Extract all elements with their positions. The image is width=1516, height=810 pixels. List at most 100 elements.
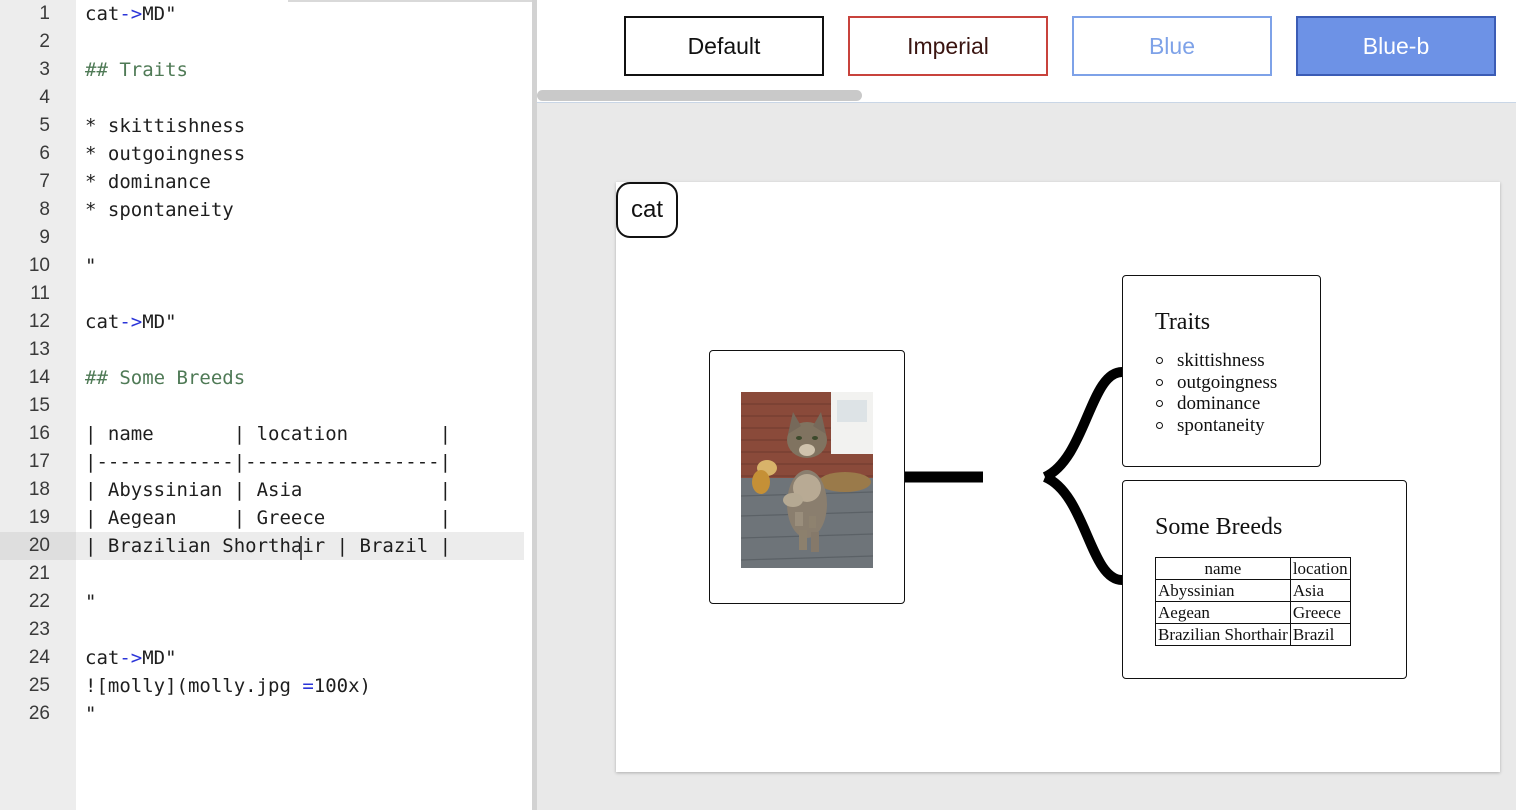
breed-name-cell: Brazilian Shorthair — [1155, 623, 1291, 646]
theme-default-button[interactable]: Default — [624, 16, 824, 76]
code-line[interactable]: 14 ## Some Breeds — [0, 364, 532, 392]
code-line[interactable]: 17 |------------|-----------------| — [0, 448, 532, 476]
theme-blue-b-button[interactable]: Blue-b — [1296, 16, 1496, 76]
line-number: 26 — [28, 703, 50, 724]
line-text[interactable]: " — [85, 252, 96, 280]
text-token: ![molly](molly.jpg — [85, 675, 303, 697]
line-number: 17 — [28, 451, 50, 472]
code-line[interactable]: 11 — [0, 280, 532, 308]
line-text[interactable]: | name | location | — [85, 420, 451, 448]
line-text[interactable]: * dominance — [85, 168, 211, 196]
trait-label: skittishness — [1177, 350, 1265, 371]
line-text[interactable]: | Brazilian Shorthair | Brazil | — [85, 532, 451, 560]
line-text[interactable]: | Abyssinian | Asia | — [85, 476, 451, 504]
list-item: dominance — [1156, 393, 1277, 415]
code-line[interactable]: 5 * skittishness — [0, 112, 532, 140]
line-text[interactable]: * skittishness — [85, 112, 245, 140]
code-line[interactable]: 9 — [0, 224, 532, 252]
line-text[interactable]: cat->MD" — [85, 0, 177, 28]
breeds-title: Some Breeds — [1155, 514, 1283, 540]
line-number: 3 — [39, 59, 50, 80]
theme-imperial-button[interactable]: Imperial — [848, 16, 1048, 76]
table-row: Brazilian Shorthair Brazil — [1155, 623, 1351, 646]
code-line[interactable]: 8 * spontaneity — [0, 196, 532, 224]
line-text[interactable]: ![molly](molly.jpg =100x) — [85, 672, 371, 700]
line-number: 7 — [39, 171, 50, 192]
line-text[interactable]: cat->MD" — [85, 308, 177, 336]
operator-token: -> — [119, 311, 143, 333]
text-token: MD" — [142, 3, 177, 25]
line-text[interactable]: * outgoingness — [85, 140, 245, 168]
line-number: 12 — [28, 311, 50, 332]
bullet-icon — [1156, 400, 1163, 408]
line-text[interactable]: |------------|-----------------| — [85, 448, 451, 476]
code-line[interactable]: 4 — [0, 84, 532, 112]
bullet-icon — [1156, 378, 1163, 386]
code-line[interactable]: 2 — [0, 28, 532, 56]
line-text[interactable]: * spontaneity — [85, 196, 234, 224]
line-text[interactable]: " — [85, 700, 96, 728]
line-text[interactable]: cat->MD" — [85, 644, 177, 672]
line-number: 5 — [39, 115, 50, 136]
breeds-node[interactable]: Some Breeds name location Abyssinian Asi… — [1122, 480, 1407, 679]
code-line[interactable]: 19 | Aegean | Greece | — [0, 504, 532, 532]
code-line[interactable]: 21 — [0, 560, 532, 588]
traits-node[interactable]: Traits skittishness outgoingness dominance… — [1122, 275, 1321, 467]
line-number: 22 — [28, 591, 50, 612]
code-editor[interactable]: 1 cat->MD" 2 3 ## Traits 4 5 * skittishness 6 * o… — [0, 0, 532, 810]
code-line[interactable]: 12 cat->MD" — [0, 308, 532, 336]
breed-name-cell: Abyssinian — [1155, 579, 1291, 602]
trait-label: outgoingness — [1177, 371, 1278, 393]
traits-list: skittishness outgoingness dominance spontan… — [1156, 350, 1277, 436]
code-line[interactable]: 6 * outgoingness — [0, 140, 532, 168]
line-number: 14 — [28, 367, 50, 388]
preview-pane: Default Imperial Blue Blue-b cat Traits … — [537, 0, 1516, 810]
cat-photo — [741, 392, 873, 568]
text-token: * dominance — [85, 171, 211, 193]
breeds-table: name location Abyssinian Asia Aegean Gre… — [1155, 557, 1351, 646]
bullet-icon — [1156, 421, 1163, 429]
code-line[interactable]: 7 * dominance — [0, 168, 532, 196]
code-line[interactable]: 13 — [0, 336, 532, 364]
line-number: 2 — [39, 31, 50, 52]
cat-photo-image — [741, 392, 873, 568]
text-token: MD" — [142, 647, 177, 669]
line-text[interactable]: ## Traits — [85, 56, 188, 84]
text-token: * skittishness — [85, 115, 246, 137]
trait-label: spontaneity — [1177, 414, 1265, 436]
line-number: 13 — [28, 339, 50, 360]
theme-blue-button[interactable]: Blue — [1072, 16, 1272, 76]
code-line[interactable]: 23 — [0, 616, 532, 644]
text-token: | Abyssinian | Asia | — [85, 479, 452, 501]
line-number: 9 — [39, 227, 50, 248]
image-node[interactable] — [709, 350, 905, 604]
breed-name-cell: Aegean — [1155, 601, 1291, 624]
operator-token: -> — [119, 3, 143, 25]
line-number: 18 — [28, 479, 50, 500]
text-token: " — [85, 591, 97, 613]
heading-token: ## Traits — [85, 59, 188, 81]
line-text[interactable]: ## Some Breeds — [85, 364, 245, 392]
code-line[interactable]: 24 cat->MD" — [0, 644, 532, 672]
list-item: outgoingness — [1156, 372, 1277, 394]
code-line[interactable]: 16 | name | location | — [0, 420, 532, 448]
code-line[interactable]: 15 — [0, 392, 532, 420]
connector-root-traits — [1042, 367, 1123, 482]
bullet-icon — [1156, 357, 1163, 365]
code-line[interactable]: 22 " — [0, 588, 532, 616]
text-token: MD" — [142, 311, 177, 333]
list-item: skittishness — [1156, 350, 1277, 372]
code-line[interactable]: 25 ![molly](molly.jpg =100x) — [0, 672, 532, 700]
code-line[interactable]: 18 | Abyssinian | Asia | — [0, 476, 532, 504]
code-line[interactable]: 3 ## Traits — [0, 56, 532, 84]
code-line[interactable]: 1 cat->MD" — [0, 0, 532, 28]
line-number: 6 — [39, 143, 50, 164]
code-line[interactable]: 10 " — [0, 252, 532, 280]
code-line[interactable]: 20 | Brazilian Shorthair | Brazil | — [0, 532, 532, 560]
mindmap-canvas: cat Traits skittishness outgoingness domin… — [616, 182, 1500, 772]
horizontal-scrollbar[interactable] — [537, 90, 862, 101]
line-text[interactable]: | Aegean | Greece | — [85, 504, 451, 532]
code-line[interactable]: 26 " — [0, 700, 532, 728]
breed-location-cell: Greece — [1289, 601, 1351, 624]
line-text[interactable]: " — [85, 588, 96, 616]
